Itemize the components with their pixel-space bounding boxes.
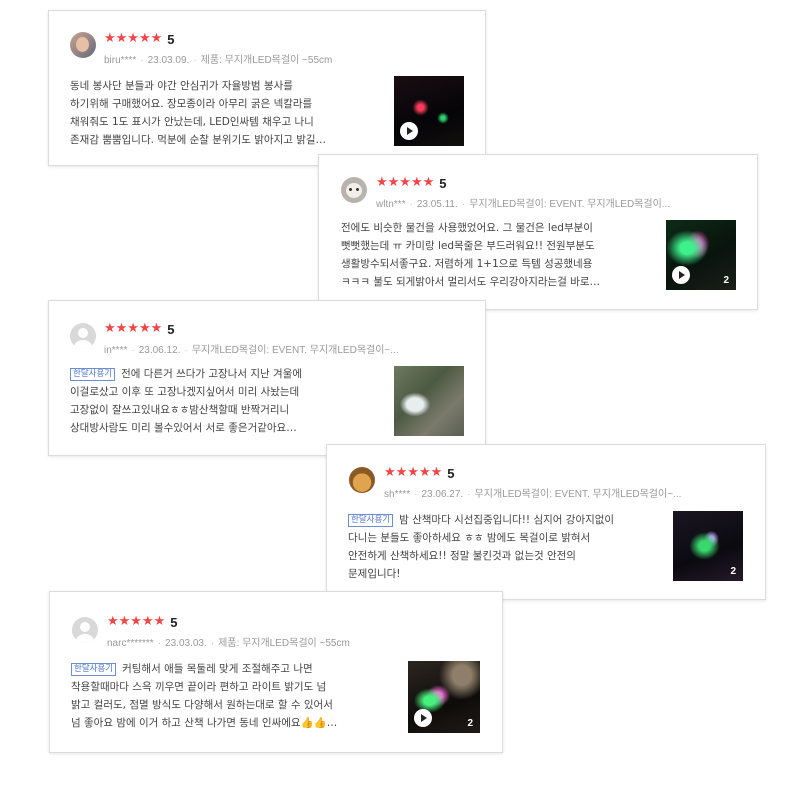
default-avatar-icon <box>72 617 98 643</box>
review-photo-thumbnail[interactable] <box>394 366 464 436</box>
reviewer-name: narc******* <box>107 638 154 649</box>
review-text[interactable]: 한달사용기 전에 다른거 쓰다가 고장나서 지난 겨울에 이걸로샀고 이후 또 고… <box>70 365 370 437</box>
review-meta: wltn*** · 23.05.11. · 무지개LED목걸이: EVENT. 무지개L… <box>376 199 671 210</box>
product-option: 무지개LED목걸이: EVENT. 무지개LED목걸이... <box>469 199 671 210</box>
review-card[interactable]: ★★★★★ 5 wltn*** · 23.05.11. · 무지개LED목걸이: EVE… <box>318 154 758 310</box>
product-option: 무지개LED목걸이: EVENT. 무지개LED목걸이~... <box>191 345 399 356</box>
review-text[interactable]: 한달사용기 밤 산책마다 시선집중입니다!! 심지어 강아지없이 다니는 분들도 … <box>348 511 648 583</box>
reviewer-name: sh**** <box>384 489 411 500</box>
avatar <box>341 177 367 203</box>
rating-score: 5 <box>439 175 447 191</box>
play-icon[interactable] <box>672 266 690 284</box>
rating-stars: ★★★★★ <box>104 31 163 46</box>
review-date: 23.03.09. <box>147 55 190 66</box>
review-meta: in**** · 23.06.12. · 무지개LED목걸이: EVENT. 무지개LE… <box>104 345 399 356</box>
media-count: 2 <box>467 718 473 729</box>
rating-score: 5 <box>167 321 175 337</box>
reviewer-name: biru**** <box>104 55 137 66</box>
rating-stars: ★★★★★ <box>104 321 163 336</box>
review-date: 23.03.03. <box>165 638 207 649</box>
review-meta: narc******* · 23.03.03. · 제품: 무지개LED목걸이 ~55c… <box>107 638 350 649</box>
review-text[interactable]: 한달사용기 커팅해서 애들 목둘레 맞게 조절해주고 나면 착용할때마다 스윽 끼… <box>71 660 387 732</box>
review-meta: sh**** · 23.06.27. · 무지개LED목걸이: EVENT. 무지개LE… <box>384 489 682 500</box>
avatar <box>70 32 96 58</box>
review-video-thumbnail[interactable] <box>394 76 464 146</box>
month-use-badge: 한달사용기 <box>348 514 394 527</box>
review-video-thumbnail[interactable]: 2 <box>666 220 736 290</box>
review-photo-thumbnail[interactable]: 2 <box>673 511 743 581</box>
default-avatar-icon <box>70 323 96 349</box>
month-use-badge: 한달사용기 <box>70 368 116 381</box>
media-count: 2 <box>723 275 729 286</box>
rating-score: 5 <box>170 614 178 630</box>
review-card[interactable]: ★★★★★ 5 sh**** · 23.06.27. · 무지개LED목걸이: EVEN… <box>326 444 766 600</box>
rating-stars: ★★★★★ <box>384 465 443 480</box>
play-icon[interactable] <box>414 709 432 727</box>
avatar <box>349 467 375 493</box>
review-video-thumbnail[interactable]: 2 <box>408 661 480 733</box>
product-option: 제품: 무지개LED목걸이 ~55cm <box>218 638 350 649</box>
play-icon[interactable] <box>400 122 418 140</box>
review-text[interactable]: 전에도 비슷한 물건을 사용했었어요. 그 물건은 led부분이 뻣뻣했는데 ㅠ… <box>341 219 641 291</box>
review-card[interactable]: ★★★★★ 5 narc******* · 23.03.03. · 제품: 무지개LED… <box>49 591 503 753</box>
review-date: 23.05.11. <box>416 199 458 210</box>
rating-score: 5 <box>447 465 455 481</box>
rating-stars: ★★★★★ <box>107 614 166 629</box>
reviewer-name: wltn*** <box>376 199 406 210</box>
rating-score: 5 <box>167 31 175 47</box>
review-card[interactable]: ★★★★★ 5 biru**** · 23.03.09. · 제품: 무지개LED목걸이… <box>48 10 486 166</box>
month-use-badge: 한달사용기 <box>71 663 117 676</box>
review-date: 23.06.27. <box>421 489 464 500</box>
review-card[interactable]: ★★★★★ 5 in**** · 23.06.12. · 무지개LED목걸이: EVEN… <box>48 300 486 456</box>
reviewer-name: in**** <box>104 345 128 356</box>
rating-stars: ★★★★★ <box>376 175 435 190</box>
review-meta: biru**** · 23.03.09. · 제품: 무지개LED목걸이 ~55cm <box>104 55 333 66</box>
review-date: 23.06.12. <box>138 345 181 356</box>
product-option: 제품: 무지개LED목걸이 ~55cm <box>200 55 333 66</box>
product-option: 무지개LED목걸이: EVENT. 무지개LED목걸이~... <box>474 489 682 500</box>
media-count: 2 <box>730 566 736 577</box>
review-text[interactable]: 동네 봉사단 분들과 야간 안심귀가 자율방범 봉사를 하기위해 구매했어요. … <box>70 77 370 149</box>
